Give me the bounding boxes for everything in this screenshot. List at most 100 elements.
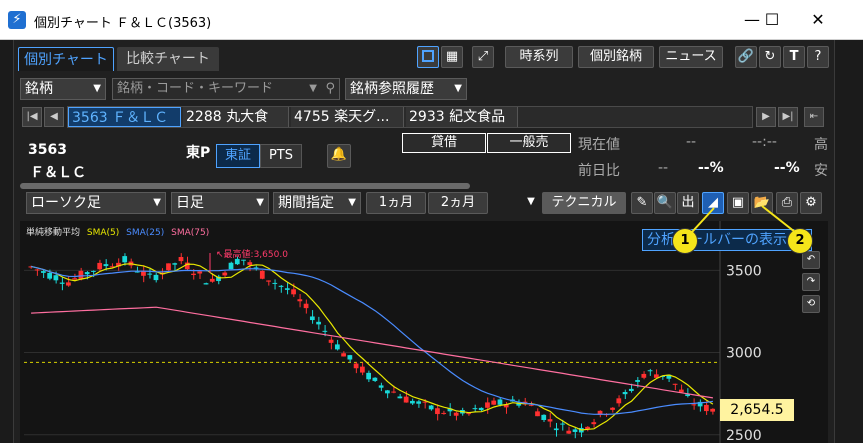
zoom-icon[interactable]: 🔍 <box>654 192 676 214</box>
candle-body <box>453 412 459 416</box>
pencil-icon[interactable]: ✎ <box>631 192 653 214</box>
prev-stock-icon[interactable]: ◀ <box>44 107 64 127</box>
candle-body <box>478 407 484 411</box>
candle-body <box>572 429 578 432</box>
candle-body <box>59 282 65 284</box>
candle-body <box>266 280 271 282</box>
first-stock-icon[interactable]: |◀ <box>22 107 42 127</box>
chevron-down-icon[interactable]: ▼ <box>520 192 542 214</box>
grid-layout-icon[interactable]: ▦ <box>441 46 463 68</box>
candle-body <box>385 390 390 394</box>
next-stock-icon[interactable]: ▶ <box>756 107 776 127</box>
side-tool-3-icon[interactable]: ⟲ <box>802 295 820 313</box>
chevron-down-icon: ▼ <box>93 83 101 94</box>
candle-body <box>284 288 290 290</box>
candle-body <box>341 353 346 357</box>
history-dropdown-label: 銘柄参照履歴 <box>350 81 434 97</box>
link-icon[interactable]: 🔗 <box>735 46 757 68</box>
timeseries-button[interactable]: 時系列 <box>505 46 573 68</box>
prev-diff-label: 前日比 <box>578 163 620 179</box>
folder-icon[interactable]: 📂 <box>751 192 773 214</box>
candle-body <box>303 303 309 309</box>
range-1m-button[interactable]: 1ヵ月 <box>366 192 426 214</box>
candle-body <box>647 370 653 372</box>
individual-stock-button[interactable]: 個別銘柄 <box>578 46 654 68</box>
candle-body <box>272 282 278 284</box>
maximize-button[interactable]: ☐ <box>750 6 794 34</box>
candle-body <box>410 400 415 404</box>
single-layout-icon[interactable] <box>417 46 439 68</box>
candle-body <box>560 423 565 425</box>
pts-button[interactable]: PTS <box>260 144 302 168</box>
stock-tab-2288[interactable]: 2288 丸大食 <box>183 107 289 127</box>
search-icon[interactable]: ⚲ <box>325 79 335 99</box>
stock-tab-4755[interactable]: 4755 楽天グ... <box>291 107 404 127</box>
gear-icon[interactable]: ⚙ <box>800 192 822 214</box>
stock-tab-2933[interactable]: 2933 紀文食品 <box>406 107 518 127</box>
search-input[interactable]: 銘柄・コード・キーワード ▼ ⚲ <box>112 78 340 100</box>
app-icon: ⚡ <box>8 11 26 29</box>
candle-type-dropdown[interactable]: ローソク足 ▼ <box>26 192 166 214</box>
period-type-dropdown[interactable]: 日足 ▼ <box>171 192 269 214</box>
candle-body <box>34 269 40 271</box>
max-price-annotation: ↖最高値:3,650.0 <box>216 248 288 260</box>
analysis-toolbar-icon[interactable]: ◢ <box>702 192 724 214</box>
candle-body <box>472 408 478 410</box>
back-icon[interactable]: ⇤ <box>804 107 824 127</box>
last-stock-icon[interactable]: ▶| <box>778 107 798 127</box>
tab-individual-chart[interactable]: 個別チャート <box>18 47 114 71</box>
range-type-dropdown[interactable]: 期間指定 ▼ <box>273 192 361 214</box>
sma25-line <box>30 265 713 415</box>
help-icon[interactable]: ? <box>807 46 829 68</box>
candle-body <box>309 316 315 321</box>
price-chart[interactable]: 3500 3000 2500 ↖最高値:3,650.0 <box>20 221 828 443</box>
candle-body <box>78 270 84 279</box>
candle-body <box>359 366 365 373</box>
technical-button[interactable]: テクニカル <box>542 192 626 214</box>
candle-body <box>347 355 353 360</box>
current-price-value: -- <box>686 134 697 150</box>
candle-body <box>497 399 503 405</box>
chevron-down-icon: ▼ <box>153 197 161 208</box>
candle-body <box>547 419 553 422</box>
chevron-down-icon: ▼ <box>348 197 356 208</box>
tse-button[interactable]: 東証 <box>216 144 260 168</box>
horizontal-scrollbar[interactable] <box>20 183 470 189</box>
general-margin-badge: 一般売 <box>487 133 571 153</box>
candle-body <box>528 404 534 406</box>
side-tool-2-icon[interactable]: ↷ <box>802 273 820 291</box>
period-type-label: 日足 <box>176 195 204 211</box>
news-button[interactable]: ニュース <box>659 46 723 68</box>
export-button[interactable]: 出 <box>677 192 699 214</box>
candle-body <box>710 408 715 412</box>
bell-icon[interactable]: 🔔 <box>327 144 351 168</box>
candle-body <box>322 330 328 332</box>
candle-body <box>209 278 215 282</box>
candle-body <box>635 380 640 382</box>
tab-compare-chart[interactable]: 比較チャート <box>117 47 219 71</box>
save-icon[interactable]: ▣ <box>727 192 749 214</box>
stock-tab-3563[interactable]: 3563 Ｆ＆ＬＣ <box>68 107 181 127</box>
side-tool-1-icon[interactable]: ↶ <box>802 251 820 269</box>
range-2m-button[interactable]: 2ヵ月 <box>428 192 488 214</box>
candle-body <box>122 256 128 263</box>
candle-body <box>178 257 184 262</box>
candle-body <box>353 363 359 369</box>
app-window: ⚡ 個別チャート Ｆ＆ＬＣ(3563) — ☐ ✕ 個別チャート 比較チャート … <box>0 0 863 443</box>
candle-body <box>366 372 371 380</box>
close-button[interactable]: ✕ <box>796 6 840 34</box>
y-tick-label: 2500 <box>726 428 762 443</box>
prev-diff-value: -- <box>658 160 669 176</box>
text-tool-icon[interactable]: T <box>783 46 805 68</box>
brand-dropdown[interactable]: 銘柄 ▼ <box>20 78 106 100</box>
last-price-box: 2,654.5 <box>720 399 794 421</box>
lending-badge: 貸借 <box>402 133 486 153</box>
print-icon[interactable]: ⎙ <box>776 192 798 214</box>
candle-body <box>91 270 96 272</box>
candle-body <box>591 422 597 425</box>
candle-body <box>259 270 265 279</box>
refresh-icon[interactable]: ↻ <box>759 46 781 68</box>
expand-icon[interactable]: ⤢ <box>472 46 494 68</box>
history-dropdown[interactable]: 銘柄参照履歴 ▼ <box>345 78 467 100</box>
callout-badge-2: 2 <box>787 228 813 254</box>
